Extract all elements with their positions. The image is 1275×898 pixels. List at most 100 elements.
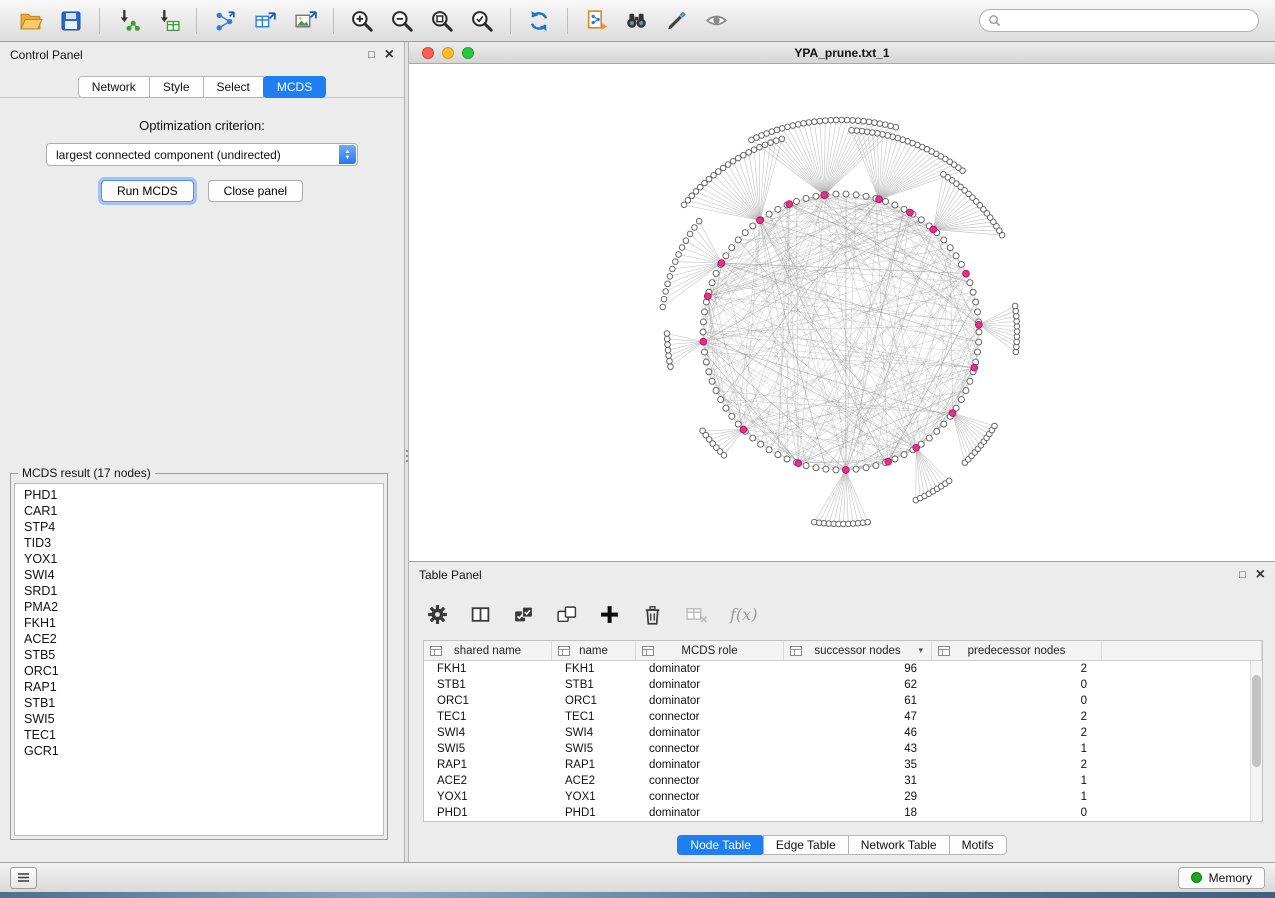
column-header-predecessor-nodes[interactable]: predecessor nodes	[932, 641, 1102, 660]
network-node[interactable]	[873, 463, 879, 469]
network-node[interactable]	[795, 122, 801, 128]
network-node[interactable]	[869, 130, 875, 136]
network-node[interactable]	[901, 206, 907, 212]
table-row[interactable]: STB1STB1dominator620	[424, 677, 1250, 693]
network-node[interactable]	[703, 359, 709, 365]
network-node[interactable]	[790, 123, 796, 129]
network-node[interactable]	[967, 378, 973, 384]
scrollbar-thumb[interactable]	[1252, 675, 1261, 767]
mcds-dominator-node[interactable]	[975, 321, 982, 328]
network-node[interactable]	[665, 281, 671, 287]
network-node[interactable]	[687, 231, 693, 237]
network-node[interactable]	[883, 198, 889, 204]
deselect-all-icon[interactable]	[556, 604, 577, 625]
mcds-result-item[interactable]: SWI5	[15, 711, 383, 727]
network-node[interactable]	[875, 131, 881, 137]
network-node[interactable]	[676, 252, 682, 258]
network-node[interactable]	[706, 369, 712, 375]
table-row[interactable]: ACE2ACE2connector311	[424, 773, 1250, 789]
network-node[interactable]	[664, 336, 670, 342]
mcds-dominator-node[interactable]	[704, 293, 711, 300]
network-node[interactable]	[970, 289, 976, 295]
mcds-result-item[interactable]: STB5	[15, 647, 383, 663]
network-node[interactable]	[812, 119, 818, 125]
network-node[interactable]	[1012, 303, 1018, 309]
network-node[interactable]	[701, 349, 707, 355]
annotation-button[interactable]	[657, 5, 695, 37]
close-table-panel-icon[interactable]: ×	[1256, 567, 1265, 583]
network-node[interactable]	[854, 128, 860, 134]
network-node[interactable]	[865, 519, 871, 525]
network-node[interactable]	[784, 456, 790, 462]
show-hide-button[interactable]	[697, 5, 735, 37]
mcds-dominator-node[interactable]	[786, 201, 793, 208]
network-node[interactable]	[833, 467, 839, 473]
network-canvas[interactable]	[409, 64, 1275, 561]
network-node[interactable]	[844, 117, 850, 123]
tab-network[interactable]: Network	[78, 76, 150, 98]
network-node[interactable]	[700, 319, 706, 325]
network-node[interactable]	[667, 274, 673, 280]
mcds-result-item[interactable]: CAR1	[15, 503, 383, 519]
network-node[interactable]	[725, 162, 731, 168]
panel-menu-button[interactable]	[10, 867, 37, 889]
network-node[interactable]	[973, 299, 979, 305]
table-row[interactable]: PHD1PHD1dominator180	[424, 805, 1250, 821]
network-node[interactable]	[667, 358, 673, 364]
network-node[interactable]	[692, 225, 698, 231]
network-node[interactable]	[975, 309, 981, 315]
close-window-icon[interactable]	[422, 47, 434, 59]
network-node[interactable]	[720, 165, 726, 171]
network-node[interactable]	[967, 280, 973, 286]
network-node[interactable]	[947, 245, 953, 251]
network-node[interactable]	[713, 270, 719, 276]
network-node[interactable]	[813, 193, 819, 199]
network-node[interactable]	[735, 237, 741, 243]
network-node[interactable]	[681, 202, 687, 208]
memory-button[interactable]: Memory	[1178, 867, 1265, 889]
network-node[interactable]	[866, 119, 872, 125]
zoom-in-button[interactable]	[343, 5, 381, 37]
tab-edge-table[interactable]: Edge Table	[763, 835, 849, 855]
tab-network-table[interactable]: Network Table	[848, 835, 950, 855]
network-node[interactable]	[893, 124, 899, 130]
network-node[interactable]	[785, 124, 791, 130]
network-node[interactable]	[746, 150, 752, 156]
mcds-result-item[interactable]: PHD1	[15, 487, 383, 503]
search-box[interactable]	[979, 9, 1259, 32]
network-node[interactable]	[953, 253, 959, 259]
import-table-button[interactable]	[149, 5, 187, 37]
mcds-result-item[interactable]: RAP1	[15, 679, 383, 695]
network-node[interactable]	[666, 353, 672, 359]
network-node[interactable]	[716, 169, 722, 175]
network-node[interactable]	[813, 465, 819, 471]
network-node[interactable]	[729, 413, 735, 419]
network-node[interactable]	[864, 129, 870, 135]
network-node[interactable]	[696, 218, 702, 224]
zoom-fit-button[interactable]	[423, 5, 461, 37]
optimization-select[interactable]: largest connected component (undirected)…	[46, 143, 358, 166]
mcds-dominator-node[interactable]	[885, 458, 892, 465]
network-window-titlebar[interactable]: YPA_prune.txt_1	[409, 42, 1275, 64]
sort-chevron-icon[interactable]: ▾	[918, 645, 923, 656]
network-node[interactable]	[892, 456, 898, 462]
network-node[interactable]	[946, 478, 952, 484]
float-table-panel-icon[interactable]: □	[1239, 570, 1246, 581]
network-node[interactable]	[853, 192, 859, 198]
mcds-result-item[interactable]: ORC1	[15, 663, 383, 679]
tab-mcds[interactable]: MCDS	[263, 76, 326, 98]
network-node[interactable]	[709, 280, 715, 286]
network-node[interactable]	[730, 158, 736, 164]
network-node[interactable]	[958, 397, 964, 403]
mcds-result-item[interactable]: SWI4	[15, 567, 383, 583]
mcds-dominator-node[interactable]	[876, 196, 883, 203]
network-node[interactable]	[976, 339, 982, 345]
minimize-window-icon[interactable]	[442, 47, 454, 59]
column-header-successor-nodes[interactable]: successor nodes ▾	[784, 641, 932, 660]
maximize-window-icon[interactable]	[462, 47, 474, 59]
network-node[interactable]	[758, 441, 764, 447]
network-node[interactable]	[774, 127, 780, 133]
mcds-dominator-node[interactable]	[949, 410, 956, 417]
mcds-result-item[interactable]: YOX1	[15, 551, 383, 567]
network-node[interactable]	[750, 223, 756, 229]
